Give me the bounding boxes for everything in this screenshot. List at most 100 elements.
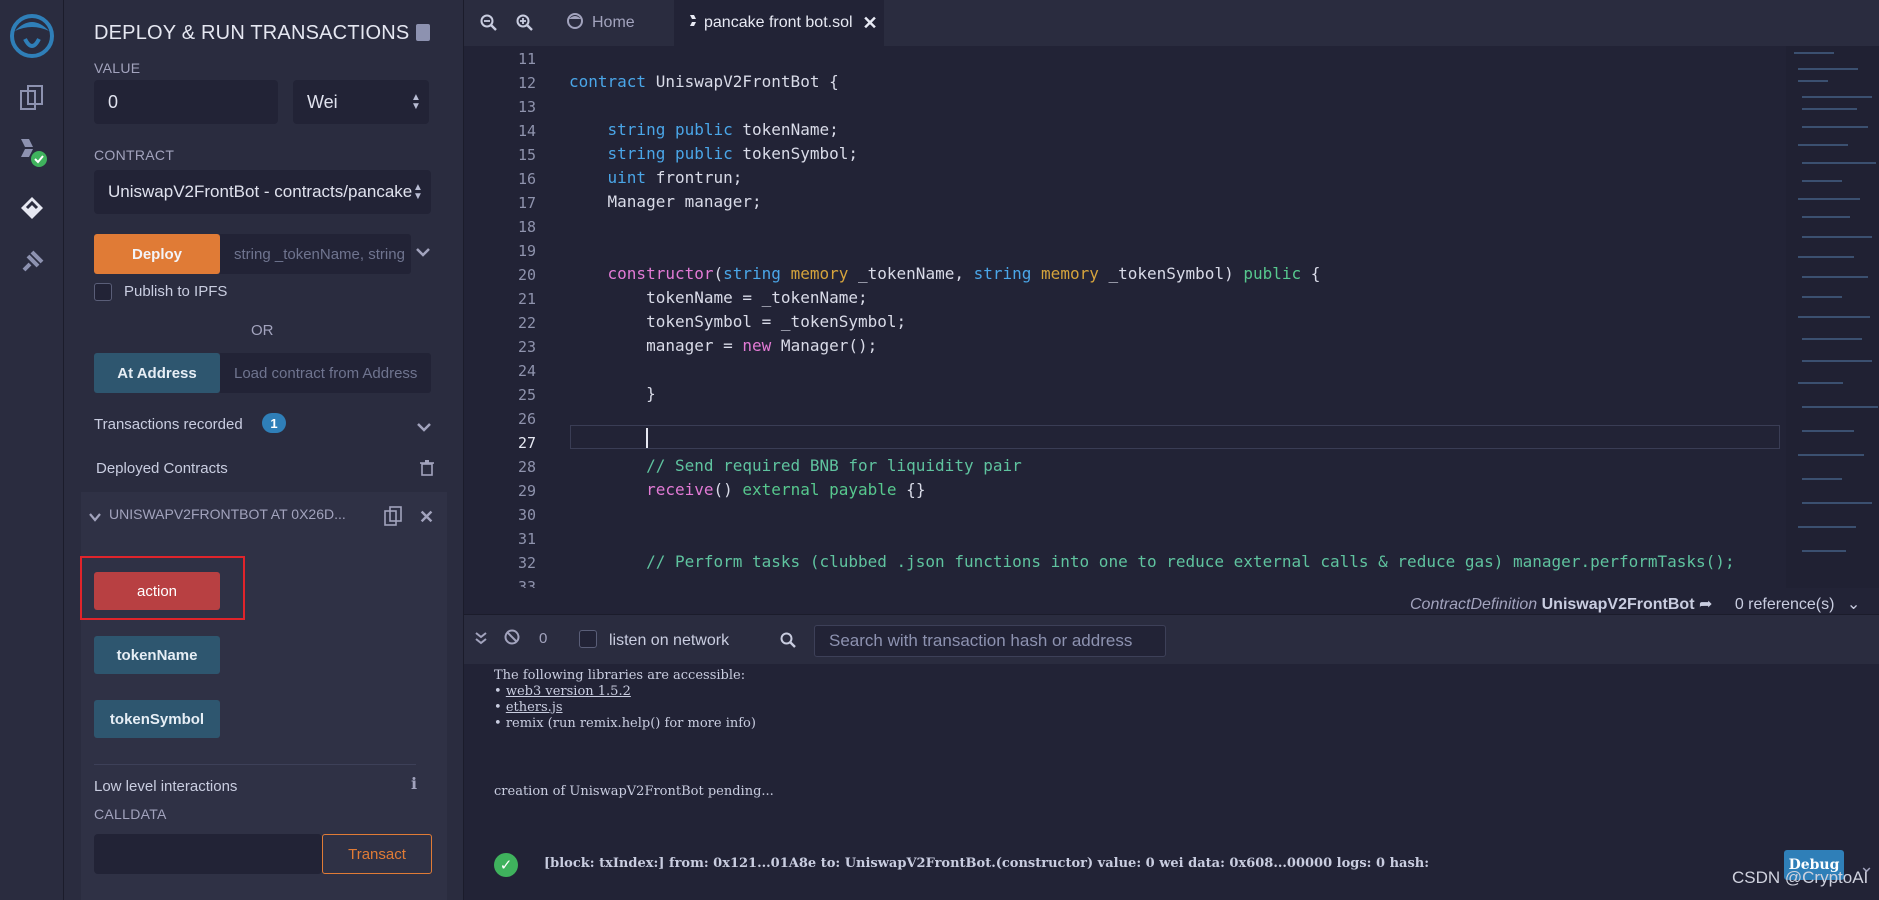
line-number: 18 <box>517 218 536 236</box>
calldata-input[interactable] <box>94 834 322 874</box>
value-input[interactable]: 0 <box>94 80 278 124</box>
line-number: 29 <box>517 482 536 500</box>
deploy-params-input[interactable]: string _tokenName, string <box>220 234 411 274</box>
definition-name[interactable]: UniswapV2FrontBot <box>1542 596 1695 613</box>
success-check-icon: ✓ <box>494 853 518 877</box>
value-label: VALUE <box>94 60 141 76</box>
clear-console-icon[interactable] <box>504 629 520 650</box>
transact-button[interactable]: Transact <box>322 834 432 874</box>
or-separator: OR <box>251 322 274 339</box>
line-number: 24 <box>517 362 536 380</box>
code-line: // Send required BNB for liquidity pair <box>646 456 1022 475</box>
code-editor[interactable]: 11 12 13 14 15 16 17 18 19 20 21 22 23 2… <box>464 46 1879 588</box>
contract-label: CONTRACT <box>94 147 175 163</box>
code-line: // Perform tasks (clubbed .json function… <box>646 552 1735 571</box>
libs-intro: The following libraries are accessible: <box>494 668 746 683</box>
ethers-link[interactable]: ethers.js <box>506 700 563 715</box>
remix-logo-icon[interactable] <box>6 8 58 60</box>
divider <box>94 764 416 765</box>
line-number: 31 <box>517 530 536 548</box>
close-tab-icon[interactable]: ✕ <box>863 13 878 34</box>
terminal-collapse-icon[interactable] <box>474 631 488 650</box>
line-number: 17 <box>517 194 536 212</box>
file-explorer-icon[interactable] <box>14 80 50 116</box>
code-line: uint frontrun; <box>607 168 743 187</box>
instance-collapse-chevron-icon[interactable] <box>89 509 101 527</box>
publish-ipfs-checkbox[interactable] <box>94 283 112 301</box>
definition-bar: ContractDefinition UniswapV2FrontBot ➦ 0… <box>1410 594 1860 614</box>
line-number: 30 <box>517 506 536 524</box>
contract-arrows-icon: ▲ ▼ <box>413 182 423 203</box>
at-address-input[interactable]: Load contract from Address <box>220 353 431 393</box>
web3-link[interactable]: web3 version 1.5.2 <box>506 684 631 699</box>
info-icon[interactable]: i <box>411 774 417 793</box>
transaction-search-input[interactable]: Search with transaction hash or address <box>814 625 1166 657</box>
deploy-run-panel: DEPLOY & RUN TRANSACTIONS VALUE 0 Wei ▲ ▼… <box>64 0 464 900</box>
tx-log-line[interactable]: [block: txIndex:] from: 0x121...01A8e to… <box>544 856 1429 871</box>
code-line: string public tokenSymbol; <box>607 144 858 163</box>
tokenname-button[interactable]: tokenName <box>94 636 220 674</box>
tokensymbol-button[interactable]: tokenSymbol <box>94 700 220 738</box>
line-number: 33 <box>517 578 536 588</box>
text-cursor <box>646 428 648 448</box>
deploy-run-icon[interactable] <box>14 190 50 226</box>
code-line: string public tokenName; <box>607 120 839 139</box>
copy-address-icon[interactable] <box>384 506 402 531</box>
remix-ide: DEPLOY & RUN TRANSACTIONS VALUE 0 Wei ▲ ▼… <box>0 0 1879 900</box>
code-line: constructor(string memory _tokenName, st… <box>607 264 1321 283</box>
zoom-out-icon[interactable] <box>480 14 498 37</box>
home-tab-icon <box>566 12 584 35</box>
references-chevron-icon[interactable]: ⌄ <box>1847 596 1860 613</box>
line-number: 16 <box>517 170 536 188</box>
close-instance-icon[interactable]: ✕ <box>419 507 434 528</box>
line-number: 13 <box>517 98 536 116</box>
at-address-button[interactable]: At Address <box>94 353 220 393</box>
transactions-recorded-label[interactable]: Transactions recorded <box>94 416 243 433</box>
transactions-chevron-icon[interactable] <box>417 419 431 435</box>
line-number: 15 <box>517 146 536 164</box>
home-tab-label: Home <box>592 14 635 31</box>
code-line: receive() external payable {} <box>646 480 926 499</box>
minimap[interactable] <box>1786 46 1879 588</box>
tab-pancake-front-bot[interactable]: pancake front bot.sol ✕ <box>674 0 884 46</box>
code-line: tokenSymbol = _tokenSymbol; <box>569 312 907 331</box>
line-number: 14 <box>517 122 536 140</box>
line-number: 11 <box>517 50 536 68</box>
solidity-compiler-icon[interactable] <box>14 134 50 170</box>
goto-definition-icon[interactable]: ➦ <box>1699 596 1712 613</box>
line-number: 22 <box>517 314 536 332</box>
panel-title: DEPLOY & RUN TRANSACTIONS <box>94 22 410 44</box>
code-line: contract UniswapV2FrontBot { <box>569 72 839 91</box>
trash-icon[interactable] <box>420 460 434 481</box>
instance-title[interactable]: UNISWAPV2FRONTBOT AT 0X26D... <box>109 506 346 522</box>
listen-network-label: listen on network <box>609 632 730 649</box>
unit-select[interactable]: Wei ▲ ▼ <box>293 80 429 124</box>
calldata-label: CALLDATA <box>94 806 167 822</box>
line-numbers: 11 12 13 14 15 16 17 18 19 20 21 22 23 2… <box>464 46 564 588</box>
zoom-in-icon[interactable] <box>516 14 534 37</box>
plugin-manager-icon[interactable] <box>14 244 50 280</box>
deploy-button[interactable]: Deploy <box>94 234 220 274</box>
value-text: 0 <box>108 91 119 112</box>
listen-network-checkbox[interactable] <box>579 630 597 648</box>
line-number: 25 <box>517 386 536 404</box>
at-address-placeholder: Load contract from Address <box>234 364 418 382</box>
tab-home[interactable]: Home <box>556 0 666 46</box>
terminal-output: The following libraries are accessible: … <box>464 664 1879 900</box>
watermark: CSDN @CryptoAI <box>1732 868 1869 887</box>
line-number: 27 <box>517 434 536 452</box>
search-placeholder: Search with transaction hash or address <box>829 631 1133 650</box>
line-number: 23 <box>517 338 536 356</box>
lib-item: • web3 version 1.5.2 <box>494 684 631 699</box>
references-count: 0 reference(s) <box>1734 596 1835 613</box>
deployed-contracts-label: Deployed Contracts <box>96 460 228 477</box>
icon-bar <box>0 0 64 900</box>
line-number: 32 <box>517 554 536 572</box>
contract-select[interactable]: UniswapV2FrontBot - contracts/pancake ▲ ▼ <box>94 170 431 214</box>
deploy-params-placeholder: string _tokenName, string <box>234 245 405 263</box>
line-number: 21 <box>517 290 536 308</box>
docs-book-icon[interactable] <box>416 24 430 41</box>
publish-ipfs-label: Publish to IPFS <box>124 283 228 300</box>
low-level-label: Low level interactions <box>94 778 238 795</box>
deploy-expand-chevron-icon[interactable] <box>416 244 430 260</box>
